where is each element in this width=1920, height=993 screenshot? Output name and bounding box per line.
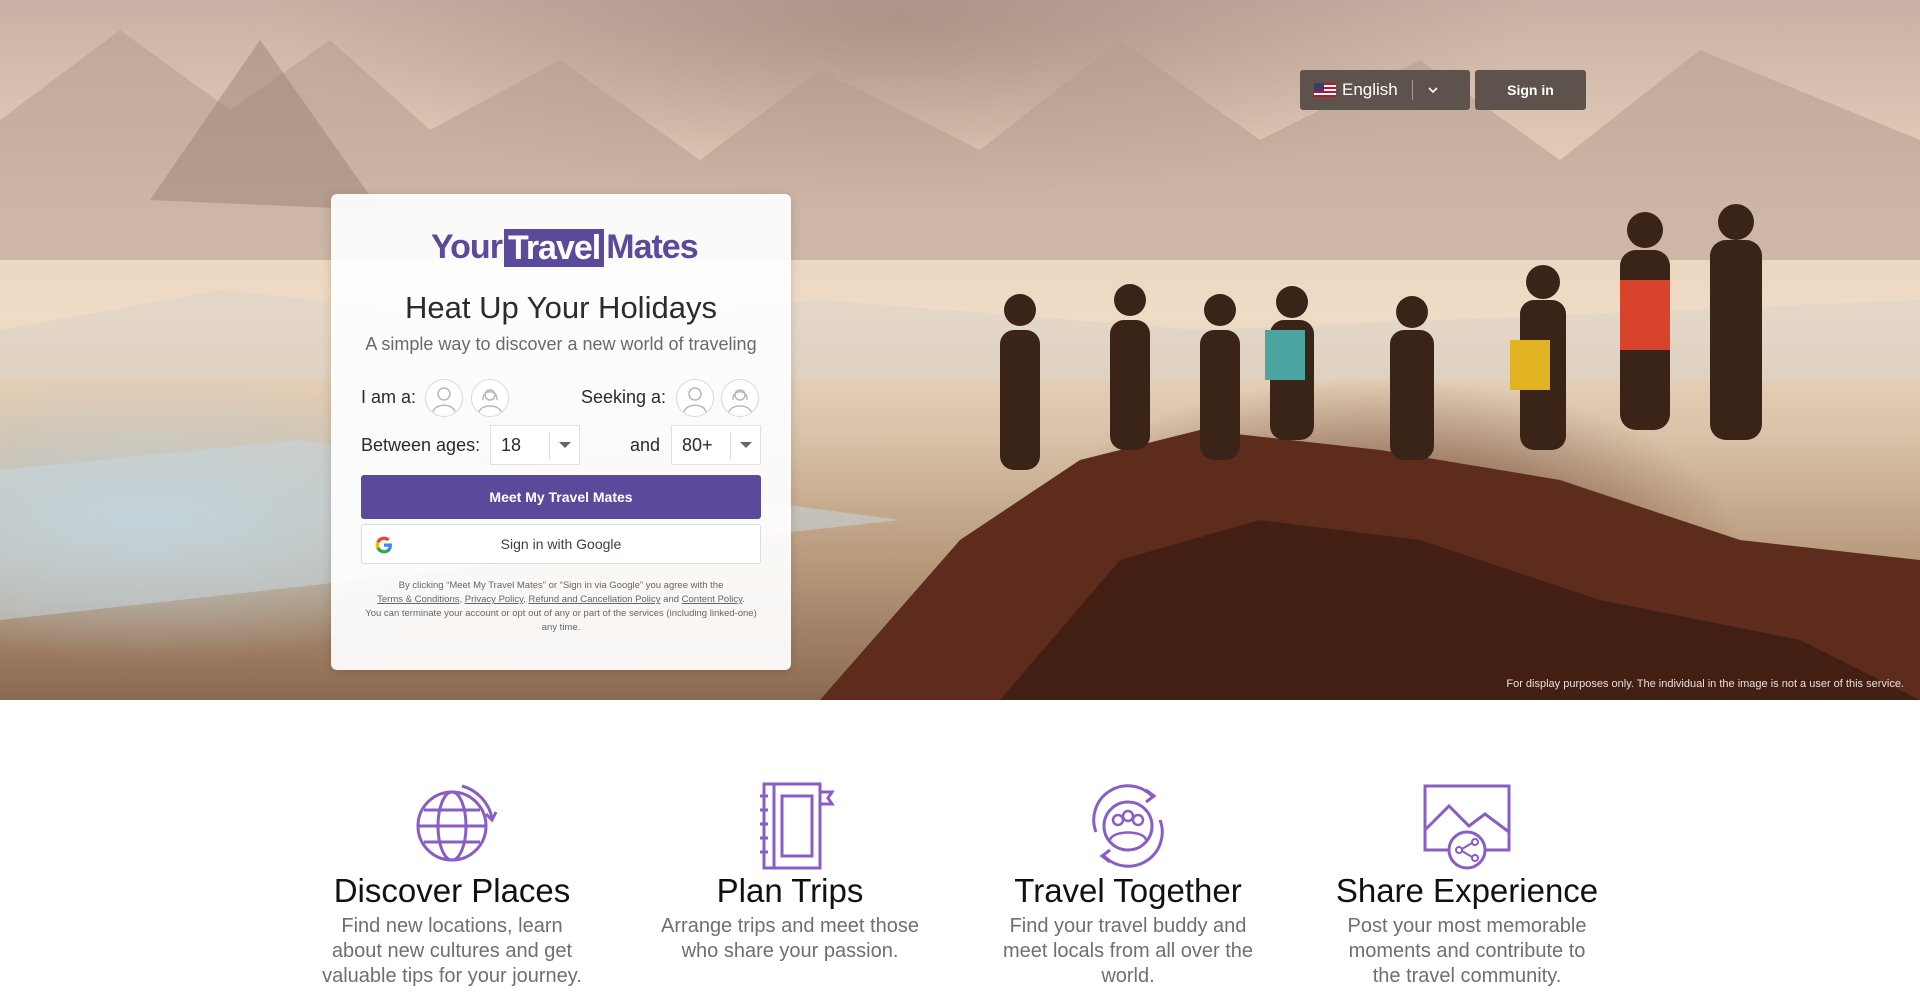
content-policy-link[interactable]: Content Policy bbox=[682, 594, 743, 605]
male-avatar-option[interactable] bbox=[425, 379, 463, 417]
seeking-label: Seeking a: bbox=[581, 387, 667, 407]
seeking-male-option[interactable] bbox=[676, 379, 714, 417]
select-divider bbox=[549, 432, 550, 460]
max-age-value: 80+ bbox=[682, 434, 713, 455]
privacy-link[interactable]: Privacy Policy bbox=[465, 594, 523, 605]
max-age-select[interactable]: 80+ bbox=[671, 425, 761, 465]
refund-link[interactable]: Refund and Cancellation Policy bbox=[528, 594, 660, 605]
legal-and: and bbox=[663, 594, 680, 605]
min-age-value: 18 bbox=[501, 434, 522, 455]
min-age-select[interactable]: 18 bbox=[490, 425, 580, 465]
image-disclaimer: For display purposes only. The individua… bbox=[1506, 678, 1904, 690]
group-icon bbox=[1092, 784, 1164, 868]
sign-in-button[interactable]: Sign in bbox=[1475, 70, 1586, 110]
globe-icon bbox=[416, 784, 498, 862]
notebook-icon bbox=[760, 782, 835, 870]
meet-travel-mates-button[interactable]: Meet My Travel Mates bbox=[361, 475, 761, 519]
card-headline: Heat Up Your Holidays bbox=[405, 290, 717, 325]
legal-line-1: By clicking “Meet My Travel Mates” or “S… bbox=[398, 580, 724, 591]
feature-discover-places: Discover Places Find new locations, lear… bbox=[307, 780, 597, 989]
feature-share-experience: Share Experience Post your most memorabl… bbox=[1322, 780, 1612, 989]
feature-description: Arrange trips and meet those who share y… bbox=[661, 915, 919, 962]
female-avatar-option[interactable] bbox=[471, 379, 509, 417]
feature-title: Plan Trips bbox=[716, 872, 864, 909]
hero-section: English Sign in For display purposes onl… bbox=[0, 0, 1920, 700]
and-label: and bbox=[630, 435, 661, 455]
between-ages-label: Between ages: bbox=[361, 435, 481, 455]
feature-plan-trips: Plan Trips Arrange trips and meet those … bbox=[645, 780, 935, 964]
signup-card: Your Travel Mates Heat Up Your Holidays … bbox=[331, 194, 791, 670]
card-subline: A simple way to discover a new world of … bbox=[365, 334, 757, 354]
hero-background-image bbox=[0, 30, 1920, 700]
feature-description: Post your most memorable moments and con… bbox=[1347, 915, 1587, 987]
female-icon bbox=[478, 389, 502, 413]
us-flag-icon bbox=[1314, 83, 1336, 97]
feature-title: Share Experience bbox=[1335, 872, 1599, 909]
seeking-female-option[interactable] bbox=[721, 379, 759, 417]
feature-title: Discover Places bbox=[333, 872, 571, 909]
language-label: English bbox=[1342, 80, 1398, 99]
feature-description: Find your travel buddy and meet locals f… bbox=[1002, 915, 1254, 987]
male-icon bbox=[683, 387, 707, 413]
google-sign-in-label: Sign in with Google bbox=[500, 536, 622, 552]
legal-line-2: You can terminate your account or opt ou… bbox=[365, 608, 757, 633]
brand-logo[interactable]: Your Travel Mates bbox=[431, 228, 699, 268]
caret-down-icon bbox=[740, 442, 752, 448]
google-icon bbox=[375, 536, 392, 554]
male-icon bbox=[432, 387, 456, 413]
feature-travel-together: Travel Together Find your travel buddy a… bbox=[983, 780, 1273, 989]
caret-down-icon bbox=[559, 442, 571, 448]
logo-part-mates: Mates bbox=[606, 228, 698, 266]
select-divider bbox=[730, 432, 731, 460]
i-am-label: I am a: bbox=[361, 387, 417, 407]
female-icon bbox=[728, 389, 752, 413]
chevron-down-icon bbox=[1428, 87, 1438, 94]
language-divider bbox=[1411, 80, 1413, 100]
feature-description: Find new locations, learn about new cult… bbox=[322, 915, 582, 987]
share-photo-icon bbox=[1423, 784, 1511, 870]
language-select[interactable]: English bbox=[1300, 70, 1470, 110]
feature-title: Travel Together bbox=[1014, 872, 1242, 909]
logo-part-travel: Travel bbox=[503, 228, 605, 267]
logo-part-your: Your bbox=[431, 228, 503, 266]
terms-link[interactable]: Terms & Conditions bbox=[377, 594, 459, 605]
legal-text: By clicking “Meet My Travel Mates” or “S… bbox=[361, 579, 761, 635]
google-sign-in-button[interactable]: Sign in with Google bbox=[361, 524, 761, 564]
